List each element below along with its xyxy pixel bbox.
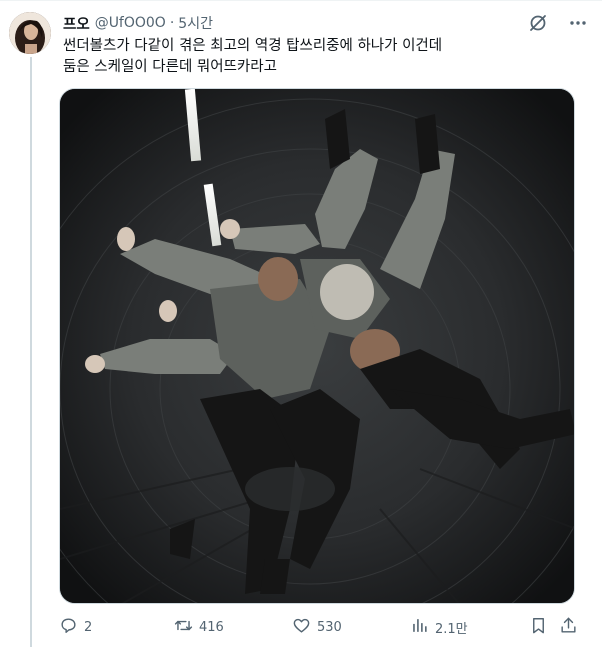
- tweet-timestamp[interactable]: 5시간: [178, 13, 213, 33]
- author-handle[interactable]: @UfOO0O: [95, 15, 166, 31]
- repost-icon: [174, 616, 193, 639]
- repost-button[interactable]: 416: [174, 615, 224, 639]
- separator-dot: ·: [169, 15, 175, 31]
- tweet-actions: 2 416 530 2.1만: [59, 615, 579, 639]
- tweet-text: 썬더볼츠가 다같이 겪은 최고의 역경 탑쓰리중에 하나가 이건데 둠은 스케일…: [63, 36, 583, 78]
- views-icon: [410, 616, 429, 639]
- tweet-media-image[interactable]: [59, 88, 575, 604]
- views-button[interactable]: 2.1만: [410, 615, 468, 639]
- top-icons: [528, 13, 588, 33]
- reply-icon: [59, 616, 78, 639]
- repost-count: 416: [199, 619, 224, 635]
- tweet-text-line: 썬더볼츠가 다같이 겪은 최고의 역경 탑쓰리중에 하나가 이건데: [63, 38, 443, 54]
- tweet-header: 프오 @UfOO0O · 5시간: [63, 13, 213, 33]
- bookmark-icon: [529, 616, 548, 639]
- author-name[interactable]: 프오: [63, 13, 90, 34]
- avatar[interactable]: [9, 12, 51, 54]
- like-count: 530: [317, 619, 342, 635]
- heart-icon: [292, 616, 311, 639]
- thread-line: [30, 57, 32, 647]
- tweet-card[interactable]: 프오 @UfOO0O · 5시간 썬더볼츠가 다같이 겪은 최고의 역경 탑쓰리…: [0, 0, 602, 647]
- share-button[interactable]: [559, 615, 578, 639]
- reply-button[interactable]: 2: [59, 615, 92, 639]
- reply-count: 2: [84, 619, 93, 635]
- bookmark-button[interactable]: [529, 615, 548, 639]
- more-icon[interactable]: [568, 13, 588, 33]
- share-icon: [559, 616, 578, 639]
- grok-icon[interactable]: [528, 13, 548, 33]
- like-button[interactable]: 530: [292, 615, 342, 639]
- tweet-text-line: 둠은 스케일이 다른데 뭐어뜨카라고: [63, 59, 277, 75]
- views-count: 2.1만: [435, 621, 468, 637]
